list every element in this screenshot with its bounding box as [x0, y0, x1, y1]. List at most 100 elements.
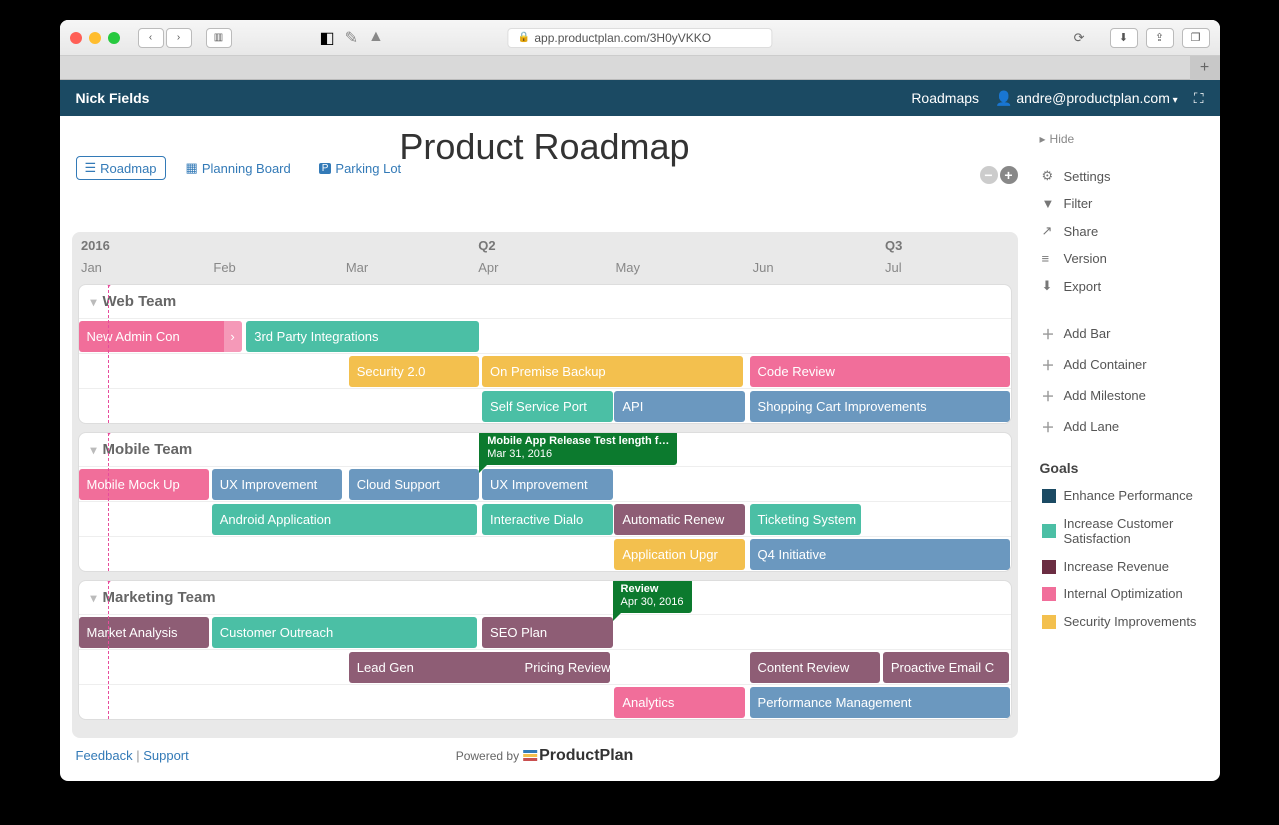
new-tab-button[interactable]: +: [1190, 56, 1220, 80]
bar-label: 3rd Party Integrations: [254, 329, 378, 344]
roadmap-bar[interactable]: API: [614, 391, 744, 422]
roadmap-bar[interactable]: Pricing Review: [517, 652, 610, 683]
sidebar-toggle-button[interactable]: ▥: [206, 28, 232, 48]
support-link[interactable]: Support: [143, 748, 189, 763]
macos-titlebar: ‹ › ▥ ◧ ✎ ▲ 🔒 app.productplan.com/3H0yVK…: [60, 20, 1220, 56]
roadmap-bar[interactable]: Self Service Port: [482, 391, 612, 422]
roadmap-bar[interactable]: Mobile Mock Up: [79, 469, 209, 500]
roadmap-bar[interactable]: Market Analysis: [79, 617, 209, 648]
goal-item[interactable]: Enhance Performance: [1040, 482, 1210, 510]
user-menu[interactable]: 👤 andre@productplan.com: [995, 90, 1178, 107]
tab-parking-lot[interactable]: PParking Lot: [311, 156, 409, 180]
forward-button[interactable]: ›: [166, 28, 192, 48]
roadmap-bar[interactable]: UX Improvement: [212, 469, 342, 500]
bar-label: UX Improvement: [490, 477, 588, 492]
bar-label: On Premise Backup: [490, 364, 606, 379]
color-swatch: [1042, 587, 1056, 601]
goal-item[interactable]: Increase Revenue: [1040, 553, 1210, 581]
hide-sidebar-button[interactable]: ▸ Hide: [1040, 132, 1210, 146]
roadmap-bar[interactable]: Customer Outreach: [212, 617, 478, 648]
bar-label: Proactive Email C: [891, 660, 994, 675]
roadmap-bar[interactable]: Content Review: [750, 652, 880, 683]
roadmap-bar[interactable]: Proactive Email C: [883, 652, 1009, 683]
share-button[interactable]: ⇪: [1146, 28, 1174, 48]
color-swatch: [1042, 615, 1056, 629]
roadmap-bar[interactable]: Cloud Support: [349, 469, 479, 500]
url-text: app.productplan.com/3H0yVKKO: [534, 31, 711, 45]
roadmap-bar[interactable]: Code Review: [750, 356, 1011, 387]
filter-icon: ▼: [1042, 196, 1056, 211]
goal-item[interactable]: Security Improvements: [1040, 608, 1210, 636]
lane-header[interactable]: ▾Marketing Team: [79, 581, 1011, 614]
powered-by: Powered by ProductPlan: [456, 747, 634, 765]
sidebar-action-export[interactable]: ⬇Export: [1040, 272, 1210, 300]
address-bar[interactable]: 🔒 app.productplan.com/3H0yVKKO: [507, 28, 772, 48]
bar-label: Market Analysis: [87, 625, 178, 640]
bar-label: Interactive Dialo: [490, 512, 583, 527]
roadmap-bar[interactable]: Interactive Dialo: [482, 504, 612, 535]
zoom-out-button[interactable]: −: [980, 166, 998, 184]
lane-row: AnalyticsPerformance Management: [79, 684, 1011, 719]
month-label: Mar: [346, 260, 368, 275]
extension-icon[interactable]: ◧: [320, 28, 335, 48]
owner-name: Nick Fields: [76, 90, 150, 106]
tabs-button[interactable]: ❐: [1182, 28, 1210, 48]
timeline: 2016Q2Q3JanFebMarAprMayJunJul ▾Web TeamN…: [72, 232, 1018, 738]
roadmap-bar[interactable]: New Admin Con›: [79, 321, 242, 352]
feedback-link[interactable]: Feedback: [76, 748, 133, 763]
roadmap-bar[interactable]: Automatic Renew: [614, 504, 744, 535]
bar-label: UX Improvement: [220, 477, 318, 492]
sidebar-add-container[interactable]: ＋Add Container: [1040, 349, 1210, 380]
lane-row: Lead Gen›Pricing ReviewContent ReviewPro…: [79, 649, 1011, 684]
lock-icon: 🔒: [518, 32, 530, 43]
roadmap-bar[interactable]: Shopping Cart Improvements: [750, 391, 1011, 422]
footer: Feedback | Support Powered by ProductPla…: [60, 738, 1030, 781]
sidebar-add-milestone[interactable]: ＋Add Milestone: [1040, 380, 1210, 411]
roadmap-bar[interactable]: 3rd Party Integrations: [246, 321, 479, 352]
lane-header[interactable]: ▾Web Team: [79, 285, 1011, 318]
tab-roadmap[interactable]: ☰Roadmap: [76, 156, 166, 180]
bar-label: Cloud Support: [357, 477, 440, 492]
roadmap-bar[interactable]: Analytics: [614, 687, 744, 718]
user-icon: 👤: [995, 90, 1012, 106]
downloads-button[interactable]: ⬇: [1110, 28, 1138, 48]
bar-label: Security 2.0: [357, 364, 426, 379]
goal-item[interactable]: Internal Optimization: [1040, 580, 1210, 608]
nav-roadmaps[interactable]: Roadmaps: [911, 90, 979, 106]
share-icon: ↗: [1042, 223, 1056, 239]
bar-label: Code Review: [758, 364, 835, 379]
reload-button[interactable]: ⟳: [1074, 30, 1085, 46]
sidebar-add-lane[interactable]: ＋Add Lane: [1040, 411, 1210, 442]
maximize-window-button[interactable]: [108, 32, 120, 44]
close-window-button[interactable]: [70, 32, 82, 44]
back-button[interactable]: ‹: [138, 28, 164, 48]
roadmap-bar[interactable]: Security 2.0: [349, 356, 479, 387]
roadmap-bar[interactable]: Performance Management: [750, 687, 1011, 718]
roadmap-bar[interactable]: UX Improvement: [482, 469, 612, 500]
roadmap-bar[interactable]: Ticketing System: [750, 504, 862, 535]
fullscreen-icon[interactable]: ⛶: [1194, 90, 1204, 107]
settings-icon: ⚙: [1042, 168, 1056, 184]
roadmap-bar[interactable]: Q4 Initiative: [750, 539, 1011, 570]
sidebar-add-bar[interactable]: ＋Add Bar: [1040, 318, 1210, 349]
sidebar-action-settings[interactable]: ⚙Settings: [1040, 162, 1210, 190]
milestone[interactable]: ReviewApr 30, 2016: [613, 580, 692, 613]
plus-icon: ＋: [1042, 355, 1056, 374]
expand-icon[interactable]: ›: [224, 321, 242, 352]
bar-label: Mobile Mock Up: [87, 477, 180, 492]
minimize-window-button[interactable]: [89, 32, 101, 44]
extension-icon[interactable]: ▲: [368, 28, 384, 48]
sidebar-action-filter[interactable]: ▼Filter: [1040, 190, 1210, 217]
tab-planning-board[interactable]: ▦Planning Board: [178, 156, 299, 180]
sidebar-action-version[interactable]: ≡Version: [1040, 245, 1210, 272]
extension-icon[interactable]: ✎: [345, 28, 358, 48]
roadmap-bar[interactable]: Application Upgr: [614, 539, 744, 570]
roadmap-bar[interactable]: SEO Plan: [482, 617, 612, 648]
month-label: Jun: [753, 260, 774, 275]
roadmap-bar[interactable]: Android Application: [212, 504, 478, 535]
goal-item[interactable]: Increase Customer Satisfaction: [1040, 510, 1210, 553]
zoom-in-button[interactable]: +: [1000, 166, 1018, 184]
sidebar-action-share[interactable]: ↗Share: [1040, 217, 1210, 245]
milestone[interactable]: Mobile App Release Test length f…Mar 31,…: [479, 432, 677, 465]
roadmap-bar[interactable]: On Premise Backup: [482, 356, 743, 387]
